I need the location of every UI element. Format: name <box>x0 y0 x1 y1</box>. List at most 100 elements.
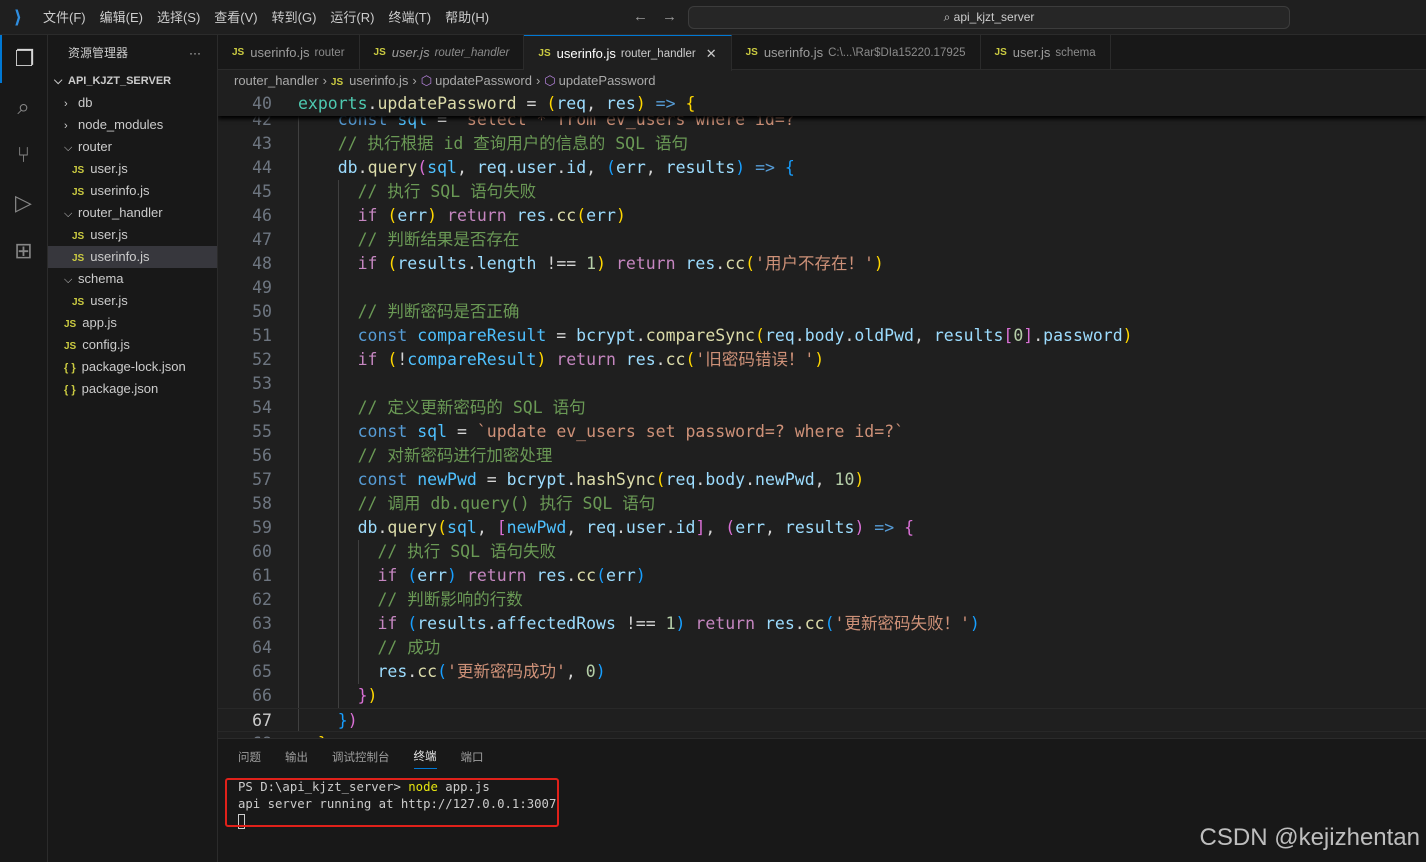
menu-item[interactable]: 转到(G) <box>272 10 317 25</box>
code-token: results <box>933 326 1004 345</box>
code-token: { <box>784 158 795 177</box>
panel-tab[interactable]: 终端 <box>413 744 437 769</box>
line-number: 48 <box>252 254 272 273</box>
code-text: const sql = `update ev_users set passwor… <box>298 420 904 444</box>
source-control-icon[interactable]: ⑂ <box>0 131 47 179</box>
code-token: ( <box>417 158 428 177</box>
line-number: 57 <box>252 470 272 489</box>
panel-tab[interactable]: 调试控制台 <box>332 745 390 769</box>
code-line: 58 // 调用 db.query() 执行 SQL 语句 <box>218 492 1426 516</box>
tree-item-userinfo-js[interactable]: JS userinfo.js <box>48 180 217 202</box>
command-center-search[interactable]: ⌕ api_kjzt_server <box>688 6 1290 29</box>
code-token: ( <box>745 254 756 273</box>
code-line: 61 if (err) return res.cc(err) <box>218 564 1426 588</box>
tree-item-userinfo-js[interactable]: JS userinfo.js <box>48 246 217 268</box>
tree-item-user-js[interactable]: JS user.js <box>48 290 217 312</box>
code-token: ) <box>536 350 547 369</box>
panel-tab[interactable]: 问题 <box>238 745 261 769</box>
code-editor[interactable]: 42 const sql = `select * from ev_users w… <box>218 92 1426 738</box>
code-token: 1 <box>665 614 676 633</box>
tree-item-app-js[interactable]: JS app.js <box>48 312 217 334</box>
code-line: 45 // 执行 SQL 语句失败 <box>218 180 1426 204</box>
code-token: ) <box>596 254 606 273</box>
line-number: 55 <box>252 422 272 441</box>
tree-item-db[interactable]: › db <box>48 92 217 114</box>
workspace-root[interactable]: ⌵ API_KJZT_SERVER <box>48 70 217 92</box>
extensions-icon[interactable]: ⊞ <box>0 227 47 275</box>
code-token: ) <box>447 566 457 585</box>
tree-item-schema[interactable]: ⌵ schema <box>48 268 217 290</box>
search-icon[interactable]: ⌕ <box>0 83 47 131</box>
js-file-icon: JS <box>745 47 758 58</box>
code-token: cc <box>725 254 746 273</box>
tree-item-package-lock-json[interactable]: { } package-lock.json <box>48 356 217 378</box>
tab-1[interactable]: JS user.js router_handler <box>360 35 525 70</box>
chevron-down-icon: ⌵ <box>64 274 73 286</box>
explorer-icon[interactable]: ❐ <box>0 35 47 83</box>
code-token: ( <box>407 614 418 633</box>
tab-description: C:\...\Rar$DIa15220.17925 <box>828 46 966 59</box>
line-number: 47 <box>252 230 272 249</box>
menu-item[interactable]: 帮助(H) <box>445 10 489 25</box>
back-arrow-icon[interactable]: ← <box>633 8 648 25</box>
code-token: newPwd <box>755 470 815 489</box>
breadcrumb-item[interactable]: userinfo.js <box>349 73 408 88</box>
close-icon[interactable]: ✕ <box>706 46 717 62</box>
panel-tab[interactable]: 端口 <box>461 745 484 769</box>
menu-item[interactable]: 选择(S) <box>157 10 200 25</box>
breadcrumb-item[interactable]: updatePassword <box>559 73 656 88</box>
code-token: cc <box>665 350 686 369</box>
code-token: res <box>536 566 567 585</box>
panel-tab[interactable]: 输出 <box>285 745 308 769</box>
tree-item-router[interactable]: ⌵ router <box>48 136 217 158</box>
code-token: if <box>377 566 398 585</box>
menu-item[interactable]: 查看(V) <box>214 10 257 25</box>
tree-item-package-json[interactable]: { } package.json <box>48 378 217 400</box>
code-text: // 定义更新密码的 SQL 语句 <box>298 396 586 420</box>
tree-item-user-js[interactable]: JS user.js <box>48 158 217 180</box>
js-file-icon: JS <box>994 47 1007 58</box>
tree-item-user-js[interactable]: JS user.js <box>48 224 217 246</box>
tab-3[interactable]: JS userinfo.js C:\...\Rar$DIa15220.17925 <box>732 35 981 70</box>
run-debug-icon[interactable]: ▷ <box>0 179 47 227</box>
code-text: db.query(sql, req.user.id, (err, results… <box>298 156 795 180</box>
code-token: ) <box>735 158 746 177</box>
menu-item[interactable]: 编辑(E) <box>100 10 143 25</box>
tree-item-router_handler[interactable]: ⌵ router_handler <box>48 202 217 224</box>
code-line: 64 // 成功 <box>218 636 1426 660</box>
code-token: ) <box>854 470 865 489</box>
tab-2[interactable]: JS userinfo.js router_handler ✕ <box>524 35 732 71</box>
forward-arrow-icon[interactable]: → <box>662 8 677 25</box>
code-token: , <box>565 662 586 681</box>
tree-item-node_modules[interactable]: › node_modules <box>48 114 217 136</box>
tree-item-config-js[interactable]: JS config.js <box>48 334 217 356</box>
code-token: ] <box>1023 326 1034 345</box>
code-token: query <box>367 158 418 177</box>
tab-4[interactable]: JS user.js schema <box>981 35 1111 70</box>
code-text: if (err) return res.cc(err) <box>298 204 626 228</box>
tab-description: schema <box>1055 46 1096 59</box>
breadcrumb-item[interactable]: updatePassword <box>435 73 532 88</box>
code-token: ( <box>685 350 696 369</box>
code-token: query <box>387 518 438 537</box>
breadcrumb-item[interactable]: router_handler <box>234 73 319 88</box>
code-token: cc <box>804 614 825 633</box>
tab-0[interactable]: JS userinfo.js router <box>218 35 360 70</box>
code-token: if <box>357 254 378 273</box>
code-token: ( <box>596 566 607 585</box>
menu-item[interactable]: 运行(R) <box>330 10 374 25</box>
code-token: , <box>586 94 606 113</box>
code-token: // 判断密码是否正确 <box>298 302 520 321</box>
code-token: . <box>377 518 388 537</box>
code-line: 62 // 判断影响的行数 <box>218 588 1426 612</box>
line-number: 66 <box>252 686 272 705</box>
code-line: 52 if (!compareResult) return res.cc('旧密… <box>218 348 1426 372</box>
menu-item[interactable]: 终端(T) <box>388 10 431 25</box>
menu-item[interactable]: 文件(F) <box>43 10 86 25</box>
more-actions-icon[interactable]: ··· <box>189 46 201 60</box>
